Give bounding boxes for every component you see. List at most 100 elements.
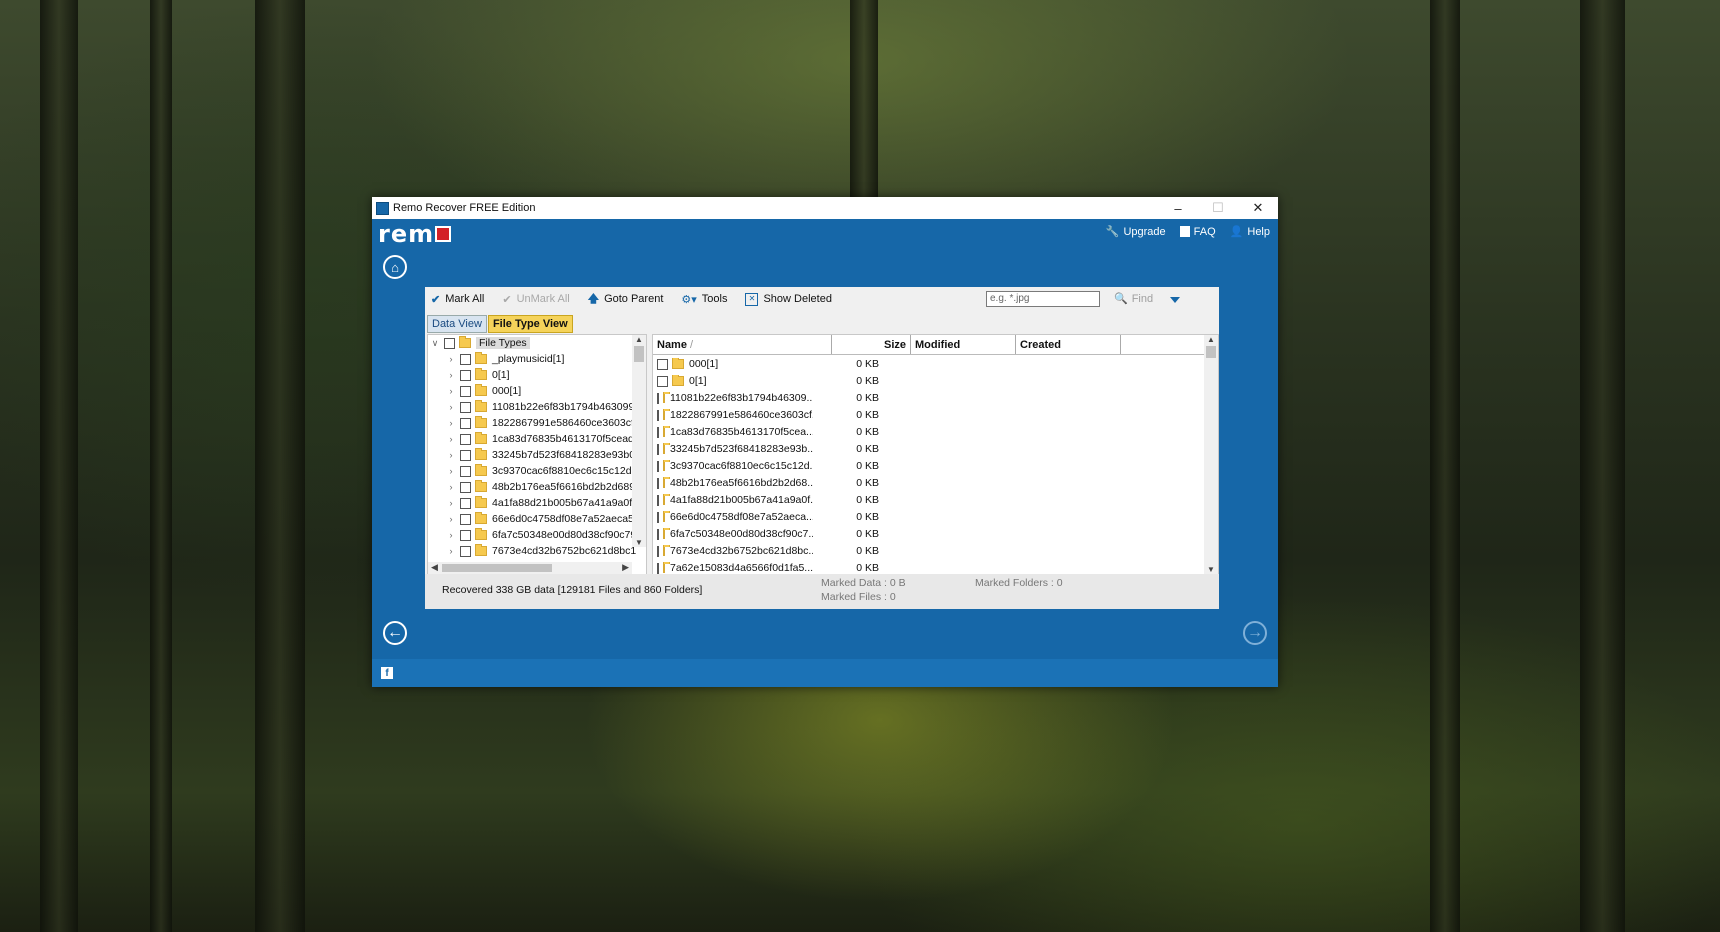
list-item[interactable]: 1822867991e586460ce3603cf... 0 KB [653,407,1204,423]
list-item-name: 66e6d0c4758df08e7a52aeca... [670,511,813,523]
faq-link[interactable]: FAQ [1179,225,1216,238]
list-item-checkbox[interactable] [657,375,668,387]
tree-item-checkbox[interactable] [460,545,471,557]
tree-item-checkbox[interactable] [460,369,471,381]
tree-item-checkbox[interactable] [460,449,471,461]
chevron-right-icon[interactable]: › [446,418,456,428]
tree-item[interactable]: › 1822867991e586460ce3603cf5 [446,415,640,431]
show-deleted-button[interactable]: ✕ Show Deleted [745,292,832,306]
goto-parent-button[interactable]: 🡅 Goto Parent [588,290,664,309]
tree-item[interactable]: › 000[1] [446,383,521,399]
tree-item[interactable]: › 6fa7c50348e00d80d38cf90c79 [446,527,636,543]
chevron-down-icon[interactable]: ∨ [430,338,440,349]
tree-item[interactable]: › _playmusicid[1] [446,351,564,367]
tree-root-checkbox[interactable] [444,337,455,349]
list-item-checkbox[interactable] [657,460,659,472]
column-size[interactable]: Size [832,335,911,354]
list-item[interactable]: 11081b22e6f83b1794b46309... 0 KB [653,390,1204,406]
list-item[interactable]: 66e6d0c4758df08e7a52aeca... 0 KB [653,509,1204,525]
list-item-checkbox[interactable] [657,511,659,523]
chevron-right-icon[interactable]: › [446,354,456,364]
next-button[interactable]: → [1243,621,1267,645]
upgrade-link[interactable]: 🔧 Upgrade [1106,225,1166,239]
chevron-right-icon[interactable]: › [446,498,456,508]
list-item[interactable]: 6fa7c50348e00d80d38cf90c7... 0 KB [653,526,1204,542]
tree-item-checkbox[interactable] [460,433,471,445]
close-button[interactable]: ✕ [1238,197,1278,219]
list-item[interactable]: 7a62e15083d4a6566f0d1fa5... 0 KB [653,560,1204,574]
list-item-checkbox[interactable] [657,392,659,404]
tree-item-label: 66e6d0c4758df08e7a52aeca5c [492,513,640,525]
find-options-dropdown[interactable] [1170,297,1180,303]
chevron-right-icon[interactable]: › [446,386,456,396]
search-input[interactable]: e.g. *.jpg [986,291,1100,307]
find-button[interactable]: 🔍 Find [1114,292,1153,306]
chevron-right-icon[interactable]: › [446,514,456,524]
tree-vertical-scrollbar[interactable]: ▲ ▼ [632,335,646,547]
tree-item[interactable]: › 0[1] [446,367,510,383]
tree-item[interactable]: › 66e6d0c4758df08e7a52aeca5c [446,511,639,527]
tree-item[interactable]: › 11081b22e6f83b1794b463099e [446,399,640,415]
background-tree [1580,0,1625,932]
list-item-checkbox[interactable] [657,562,659,574]
tree-item[interactable]: › 7673e4cd32b6752bc621d8bc1 [446,543,636,559]
minimize-button[interactable]: – [1158,197,1198,219]
list-item-checkbox[interactable] [657,477,659,489]
list-item-checkbox[interactable] [657,494,659,506]
list-item-checkbox[interactable] [657,443,659,455]
list-item[interactable]: 1ca83d76835b4613170f5cea... 0 KB [653,424,1204,440]
list-item-checkbox[interactable] [657,528,659,540]
tab-file-type-view[interactable]: File Type View [487,315,573,333]
home-button[interactable]: ⌂ [383,255,407,279]
tree-item-checkbox[interactable] [460,513,471,525]
tree-item-checkbox[interactable] [460,481,471,493]
tools-button[interactable]: ⚙▾ Tools [681,293,727,306]
tree-item-checkbox[interactable] [460,401,471,413]
chevron-right-icon[interactable]: › [446,466,456,476]
unmark-all-button[interactable]: ✔ UnMark All [502,293,569,306]
tree-root[interactable]: ∨ File Types [430,335,530,351]
tree-item[interactable]: › 3c9370cac6f8810ec6c15c12d2 [446,463,637,479]
list-item-checkbox[interactable] [657,426,659,438]
maximize-button[interactable]: ☐ [1198,197,1238,219]
tab-data-view[interactable]: Data View [427,315,487,333]
tree-item-checkbox[interactable] [460,529,471,541]
column-created[interactable]: Created [1016,335,1121,354]
list-item[interactable]: 7673e4cd32b6752bc621d8bc... 0 KB [653,543,1204,559]
tree-item[interactable]: › 33245b7d523f68418283e93b05 [446,447,641,463]
tree-item[interactable]: › 48b2b176ea5f6616bd2b2d689 [446,479,635,495]
list-vertical-scrollbar[interactable]: ▲ ▼ [1204,335,1218,574]
list-item[interactable]: 0[1] 0 KB [653,373,1204,389]
list-item[interactable]: 48b2b176ea5f6616bd2b2d68... 0 KB [653,475,1204,491]
facebook-icon[interactable]: f [381,667,393,679]
list-item[interactable]: 000[1] 0 KB [653,356,1204,372]
chevron-right-icon[interactable]: › [446,530,456,540]
list-item-checkbox[interactable] [657,409,659,421]
tree-horizontal-scrollbar[interactable]: ◀ ▶ [428,562,632,574]
tree-item[interactable]: › 4a1fa88d21b005b67a41a9a0fc [446,495,637,511]
chevron-right-icon[interactable]: › [446,434,456,444]
tree-item-checkbox[interactable] [460,465,471,477]
tree-item-checkbox[interactable] [460,385,471,397]
column-modified[interactable]: Modified [911,335,1016,354]
help-link[interactable]: 👤 Help [1230,225,1270,239]
mark-all-button[interactable]: ✔ Mark All [431,293,484,306]
list-item-checkbox[interactable] [657,358,668,370]
list-item-checkbox[interactable] [657,545,659,557]
home-icon: ⌂ [391,259,399,275]
tree-item-checkbox[interactable] [460,417,471,429]
chevron-right-icon[interactable]: › [446,482,456,492]
chevron-right-icon[interactable]: › [446,546,456,556]
folder-icon [475,352,487,364]
back-button[interactable]: ← [383,621,407,645]
tree-item-checkbox[interactable] [460,497,471,509]
chevron-right-icon[interactable]: › [446,402,456,412]
chevron-right-icon[interactable]: › [446,370,456,380]
list-item[interactable]: 4a1fa88d21b005b67a41a9a0f... 0 KB [653,492,1204,508]
tree-item[interactable]: › 1ca83d76835b4613170f5cead7 [446,431,640,447]
column-name[interactable]: Name / [653,335,832,354]
list-item[interactable]: 33245b7d523f68418283e93b... 0 KB [653,441,1204,457]
chevron-right-icon[interactable]: › [446,450,456,460]
list-item[interactable]: 3c9370cac6f8810ec6c15c12d... 0 KB [653,458,1204,474]
tree-item-checkbox[interactable] [460,353,471,365]
